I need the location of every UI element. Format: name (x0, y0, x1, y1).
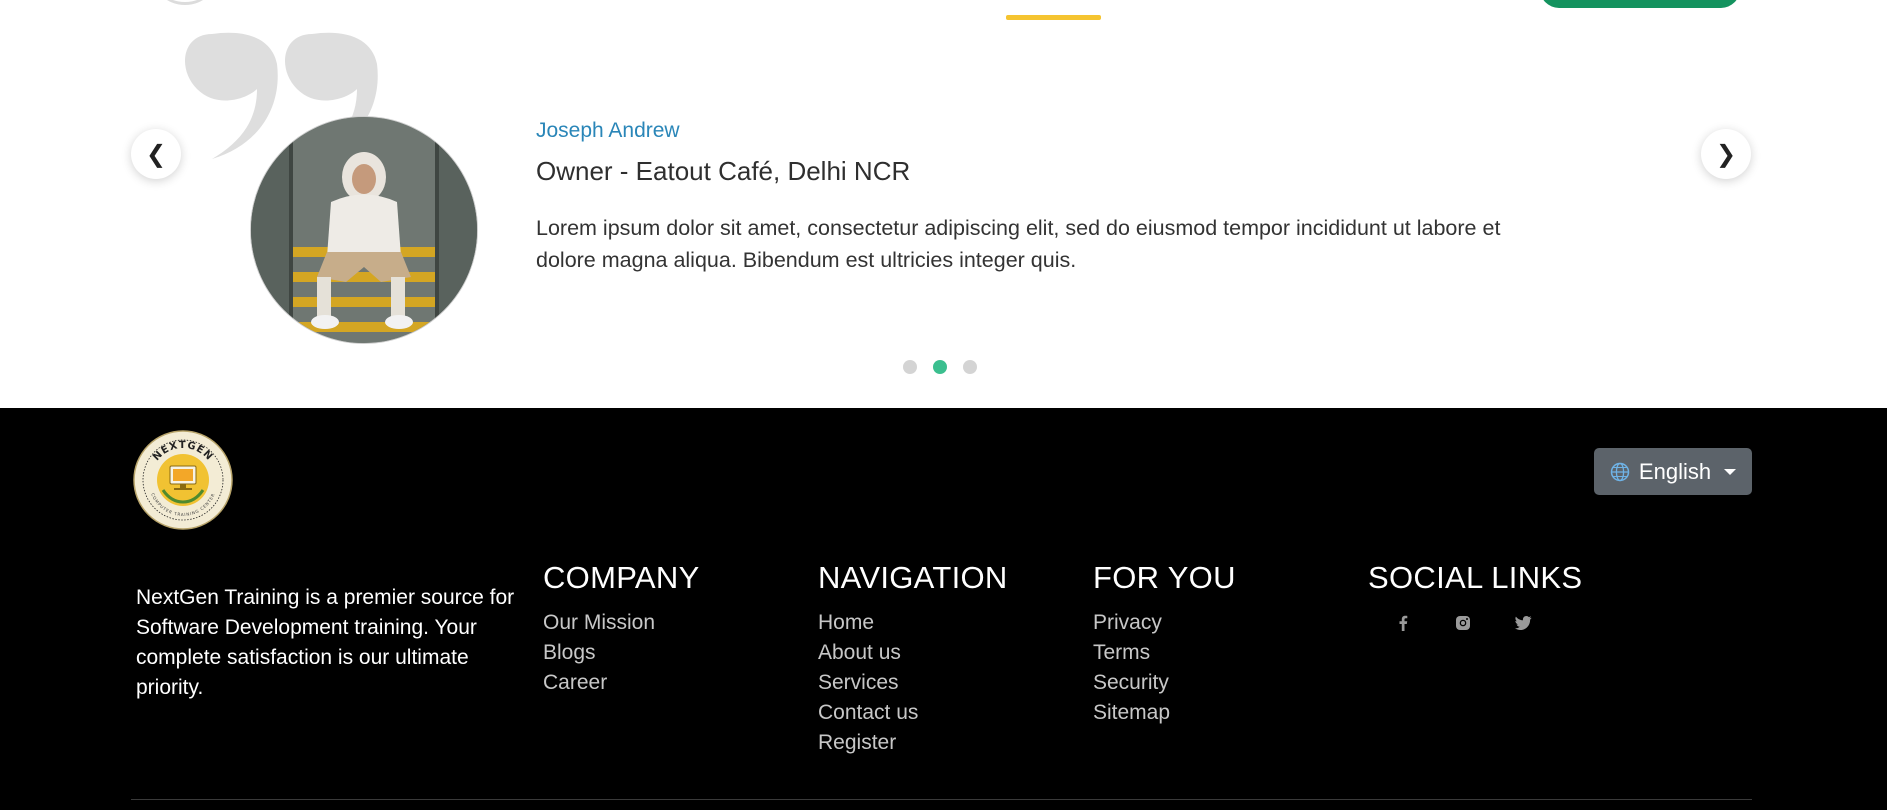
facebook-icon[interactable] (1388, 608, 1418, 638)
carousel-next-button[interactable]: ❯ (1701, 129, 1751, 179)
instagram-icon[interactable] (1448, 608, 1478, 638)
footer-column-company: COMPANY Our Mission Blogs Career (543, 560, 700, 698)
nextgen-logo[interactable]: NEXTGEN COMPUTER TRAINING CENTER (133, 430, 233, 530)
carousel-prev-button[interactable]: ❮ (131, 129, 181, 179)
cta-button[interactable] (1540, 0, 1740, 8)
link-contact-us[interactable]: Contact us (818, 698, 1008, 728)
testimonial-name: Joseph Andrew (536, 119, 680, 142)
link-terms[interactable]: Terms (1093, 638, 1236, 668)
link-home[interactable]: Home (818, 608, 1008, 638)
testimonial-role: Owner - Eatout Café, Delhi NCR (536, 156, 911, 186)
link-about-us[interactable]: About us (818, 638, 1008, 668)
carousel-dot-3[interactable] (963, 360, 977, 374)
link-career[interactable]: Career (543, 668, 700, 698)
language-label: English (1638, 458, 1712, 484)
carousel-indicators (903, 360, 977, 374)
link-register[interactable]: Register (818, 728, 1008, 758)
testimonial-avatar (250, 116, 478, 344)
caret-down-icon (1724, 468, 1737, 475)
active-tab-underline (1006, 15, 1101, 20)
footer-column-for-you: FOR YOU Privacy Terms Security Sitemap (1093, 560, 1236, 728)
link-security[interactable]: Security (1093, 668, 1236, 698)
navigation-heading: NAVIGATION (818, 560, 1008, 595)
globe-icon (1610, 462, 1630, 481)
testimonial-quote: Lorem ipsum dolor sit amet, consectetur … (536, 216, 1501, 272)
link-our-mission[interactable]: Our Mission (543, 608, 700, 638)
footer-about-text: NextGen Training is a premier source for… (136, 586, 515, 699)
chevron-left-icon: ❮ (145, 140, 167, 168)
social-heading: SOCIAL LINKS (1368, 560, 1583, 595)
language-dropdown[interactable]: English (1594, 448, 1752, 495)
carousel-dot-2[interactable] (933, 360, 947, 374)
person-photo (251, 117, 477, 343)
site-footer: NEXTGEN COMPUTER TRAINING CENTER English… (0, 408, 1887, 810)
link-blogs[interactable]: Blogs (543, 638, 700, 668)
link-services[interactable]: Services (818, 668, 1008, 698)
twitter-icon[interactable] (1508, 608, 1538, 638)
footer-column-social: SOCIAL LINKS (1368, 560, 1582, 638)
link-privacy[interactable]: Privacy (1093, 608, 1236, 638)
social-icons (1368, 608, 1582, 638)
for-you-heading: FOR YOU (1093, 560, 1236, 595)
link-sitemap[interactable]: Sitemap (1093, 698, 1236, 728)
footer-divider (131, 799, 1752, 800)
company-heading: COMPANY (543, 560, 700, 595)
footer-column-navigation: NAVIGATION Home About us Services Contac… (818, 560, 1008, 758)
carousel-dot-1[interactable] (903, 360, 917, 374)
chevron-right-icon: ❯ (1715, 140, 1737, 168)
